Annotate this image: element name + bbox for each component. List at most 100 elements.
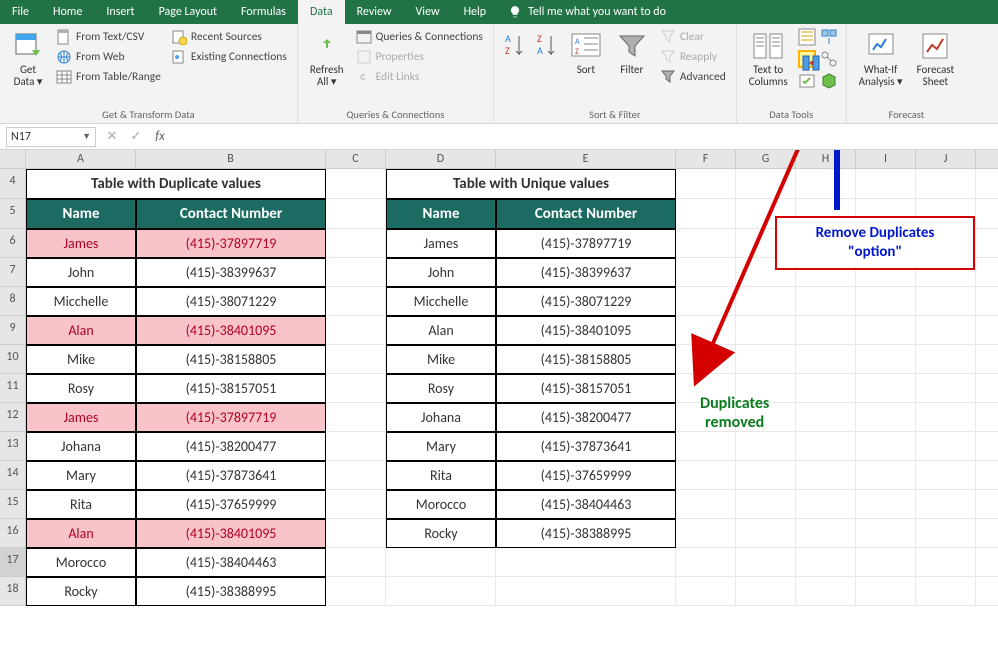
dup-name[interactable]: Mary bbox=[26, 461, 136, 490]
text-to-columns-button[interactable]: Text to Columns bbox=[745, 28, 792, 90]
cell-blank[interactable] bbox=[796, 519, 856, 548]
row-header[interactable]: 16 bbox=[0, 519, 26, 548]
cell-blank[interactable] bbox=[916, 432, 976, 461]
dup-name[interactable]: Micchelle bbox=[26, 287, 136, 316]
cell-blank[interactable] bbox=[736, 490, 796, 519]
cell-blank[interactable] bbox=[736, 345, 796, 374]
hdr-contact-uniq[interactable]: Contact Number bbox=[496, 199, 676, 229]
cell-blank[interactable] bbox=[796, 403, 856, 432]
dup-name[interactable]: Johana bbox=[26, 432, 136, 461]
uniq-name[interactable]: Alan bbox=[386, 316, 496, 345]
cell-blank[interactable] bbox=[916, 316, 976, 345]
cell-blank[interactable] bbox=[796, 229, 856, 258]
forecast-sheet-button[interactable]: Forecast Sheet bbox=[913, 28, 959, 90]
cell-blank[interactable] bbox=[976, 519, 998, 548]
dup-name[interactable]: Rita bbox=[26, 490, 136, 519]
row-header[interactable]: 13 bbox=[0, 432, 26, 461]
col-header-f[interactable]: F bbox=[676, 150, 736, 168]
dup-contact[interactable]: (415)-38401095 bbox=[136, 519, 326, 548]
row-header[interactable]: 4 bbox=[0, 169, 26, 199]
dup-contact[interactable]: (415)-38401095 bbox=[136, 316, 326, 345]
row-header[interactable]: 11 bbox=[0, 374, 26, 403]
cell-blank[interactable] bbox=[736, 403, 796, 432]
cell-blank[interactable] bbox=[736, 432, 796, 461]
uniq-contact[interactable]: (415)-38157051 bbox=[496, 374, 676, 403]
dup-contact[interactable]: (415)-38404463 bbox=[136, 548, 326, 577]
row-header[interactable]: 18 bbox=[0, 577, 26, 606]
cell-blank[interactable] bbox=[976, 374, 998, 403]
cell-blank[interactable] bbox=[326, 432, 386, 461]
cell-blank[interactable] bbox=[676, 519, 736, 548]
filter-button[interactable]: Filter bbox=[612, 28, 652, 78]
cell-blank[interactable] bbox=[796, 287, 856, 316]
cell-blank[interactable] bbox=[856, 519, 916, 548]
cell-blank[interactable] bbox=[916, 461, 976, 490]
row-header[interactable]: 17 bbox=[0, 548, 26, 577]
tab-help[interactable]: Help bbox=[452, 0, 499, 24]
cell-blank[interactable] bbox=[976, 345, 998, 374]
from-table-range[interactable]: From Table/Range bbox=[54, 68, 163, 86]
cell-blank[interactable] bbox=[856, 229, 916, 258]
tab-data[interactable]: Data bbox=[298, 0, 345, 24]
cell-blank[interactable] bbox=[916, 169, 976, 199]
col-header-h[interactable]: H bbox=[796, 150, 856, 168]
cell-blank[interactable] bbox=[676, 577, 736, 606]
cell-blank[interactable] bbox=[856, 316, 916, 345]
cell-blank[interactable] bbox=[796, 577, 856, 606]
uniq-name[interactable]: Micchelle bbox=[386, 287, 496, 316]
select-all-corner[interactable] bbox=[0, 150, 26, 168]
cell-blank[interactable] bbox=[916, 403, 976, 432]
cell-blank[interactable] bbox=[856, 258, 916, 287]
cell-blank[interactable] bbox=[856, 199, 916, 229]
from-web[interactable]: From Web bbox=[54, 48, 163, 66]
dup-contact[interactable]: (415)-38200477 bbox=[136, 432, 326, 461]
dup-contact[interactable]: (415)-37659999 bbox=[136, 490, 326, 519]
cell-blank[interactable] bbox=[976, 403, 998, 432]
dup-contact[interactable]: (415)-38071229 bbox=[136, 287, 326, 316]
recent-sources[interactable]: Recent Sources bbox=[169, 28, 289, 46]
cell-blank[interactable] bbox=[676, 169, 736, 199]
queries-connections[interactable]: Queries & Connections bbox=[354, 28, 485, 46]
cell-blank[interactable] bbox=[676, 258, 736, 287]
cell-blank[interactable] bbox=[856, 345, 916, 374]
dup-name[interactable]: James bbox=[26, 229, 136, 258]
cell-blank[interactable] bbox=[856, 461, 916, 490]
cell-blank[interactable] bbox=[496, 548, 676, 577]
uniq-contact[interactable]: (415)-38158805 bbox=[496, 345, 676, 374]
flash-fill-button[interactable] bbox=[798, 28, 816, 46]
uniq-name[interactable]: Morocco bbox=[386, 490, 496, 519]
row-header[interactable]: 10 bbox=[0, 345, 26, 374]
cell-blank[interactable] bbox=[916, 345, 976, 374]
title-duplicates[interactable]: Table with Duplicate values bbox=[26, 169, 326, 199]
row-header[interactable]: 5 bbox=[0, 199, 26, 229]
cell-blank[interactable] bbox=[326, 199, 386, 229]
uniq-name[interactable]: Mike bbox=[386, 345, 496, 374]
cell-blank[interactable] bbox=[856, 403, 916, 432]
uniq-name[interactable]: Rocky bbox=[386, 519, 496, 548]
uniq-contact[interactable]: (415)-37659999 bbox=[496, 461, 676, 490]
cell-blank[interactable] bbox=[676, 374, 736, 403]
uniq-contact[interactable]: (415)-38401095 bbox=[496, 316, 676, 345]
cell-blank[interactable] bbox=[916, 490, 976, 519]
col-header-g[interactable]: G bbox=[736, 150, 796, 168]
tab-formulas[interactable]: Formulas bbox=[229, 0, 298, 24]
cell-blank[interactable] bbox=[856, 169, 916, 199]
cell-blank[interactable] bbox=[916, 548, 976, 577]
cell-blank[interactable] bbox=[736, 519, 796, 548]
dup-contact[interactable]: (415)-38157051 bbox=[136, 374, 326, 403]
cell-blank[interactable] bbox=[326, 345, 386, 374]
cell-blank[interactable] bbox=[326, 577, 386, 606]
insert-function-button[interactable]: fx bbox=[148, 129, 172, 144]
col-header-b[interactable]: B bbox=[136, 150, 326, 168]
cell-blank[interactable] bbox=[916, 229, 976, 258]
dup-contact[interactable]: (415)-37897719 bbox=[136, 403, 326, 432]
col-header-c[interactable]: C bbox=[326, 150, 386, 168]
uniq-contact[interactable]: (415)-38200477 bbox=[496, 403, 676, 432]
dup-name[interactable]: Alan bbox=[26, 519, 136, 548]
cell-blank[interactable] bbox=[976, 169, 998, 199]
what-if-button[interactable]: What-If Analysis ▾ bbox=[855, 28, 907, 90]
col-header-e[interactable]: E bbox=[496, 150, 676, 168]
dup-contact[interactable]: (415)-38399637 bbox=[136, 258, 326, 287]
uniq-contact[interactable]: (415)-38399637 bbox=[496, 258, 676, 287]
dup-contact[interactable]: (415)-37873641 bbox=[136, 461, 326, 490]
